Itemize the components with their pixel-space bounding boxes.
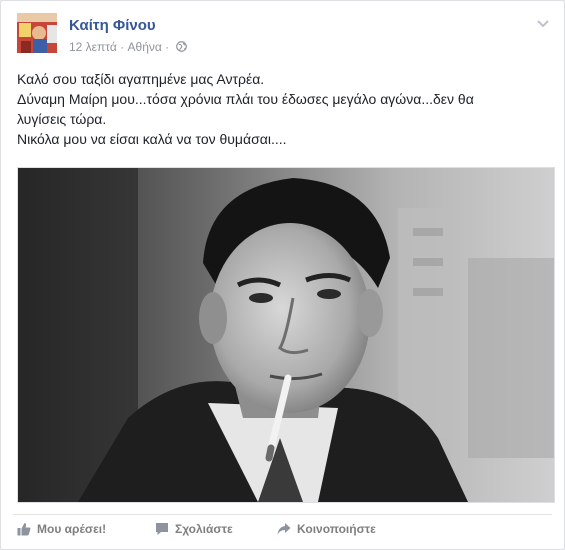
facebook-post-card: Καίτη Φίνου 12 λεπτά · Αθήνα · Καλό σου … [0, 0, 565, 550]
globe-icon[interactable] [175, 41, 187, 53]
comment-button[interactable]: Σχολιάστε [155, 521, 233, 543]
chevron-down-icon[interactable] [536, 19, 550, 29]
share-label: Κοινοποιήστε [297, 521, 376, 536]
author-name-link[interactable]: Καίτη Φίνου [69, 17, 156, 34]
post-text-line: Καλό σου ταξίδι αγαπημένε μας Αντρέα. [17, 71, 265, 87]
comment-icon [156, 522, 168, 535]
like-label: Μου αρέσει! [37, 521, 107, 536]
post-header: Καίτη Φίνου 12 λεπτά · Αθήνα · [17, 13, 552, 57]
avatar[interactable] [17, 13, 57, 53]
like-button[interactable]: Μου αρέσει! [17, 521, 106, 543]
meta-separator-2: · [165, 39, 170, 54]
location-link[interactable]: Αθήνα [128, 40, 162, 54]
post-text: Καλό σου ταξίδι αγαπημένε μας Αντρέα. Δύ… [17, 69, 547, 149]
meta-separator: · [120, 39, 125, 54]
comment-label: Σχολιάστε [175, 521, 233, 536]
share-button[interactable]: Κοινοποιήστε [277, 521, 376, 543]
share-icon [277, 522, 291, 535]
post-actions-bar: Μου αρέσει! Σχολιάστε Κοινοποιήστε [13, 514, 552, 549]
thumbs-up-icon [17, 522, 31, 536]
post-meta: 12 λεπτά · Αθήνα · [69, 39, 187, 54]
post-text-line: Δύναμη Μαίρη μου...τόσα χρόνια πλάι του … [17, 91, 474, 107]
post-photo[interactable] [17, 167, 555, 503]
timestamp-link[interactable]: 12 λεπτά [69, 40, 117, 54]
post-text-line: Νικόλα μου να είσαι καλά να τον θυμάσαι.… [17, 131, 287, 147]
post-text-line: λυγίσεις τώρα. [17, 111, 107, 127]
